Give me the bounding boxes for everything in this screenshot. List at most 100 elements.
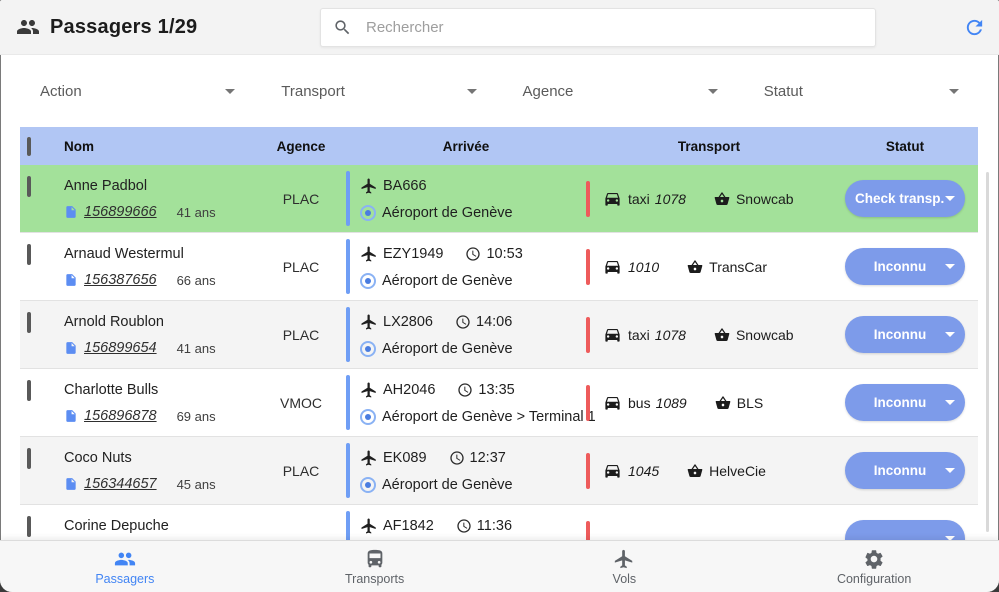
car-icon bbox=[603, 189, 622, 208]
status-button[interactable]: Inconnu bbox=[845, 248, 965, 285]
row-checkbox[interactable] bbox=[27, 312, 31, 333]
arrival-location: Aéroport de Genève bbox=[382, 341, 513, 357]
nav-item-passagers[interactable]: Passagers bbox=[0, 541, 250, 592]
nav-label: Configuration bbox=[837, 572, 911, 586]
chevron-down-icon bbox=[945, 468, 955, 473]
arrival-location: Aéroport de Genève bbox=[382, 273, 513, 289]
filter-statut[interactable]: Statut bbox=[764, 83, 959, 100]
location-icon bbox=[360, 477, 376, 493]
vehicle-number: 1078 bbox=[655, 327, 686, 343]
page-title: Passagers 1/29 bbox=[50, 16, 197, 39]
nav-item-transports[interactable]: Transports bbox=[250, 541, 500, 592]
document-icon bbox=[64, 340, 78, 356]
table-row[interactable]: Arnaud Westermul 156387656 66 ans PLAC E… bbox=[20, 233, 978, 301]
chevron-down-icon bbox=[945, 400, 955, 405]
basket-icon bbox=[687, 463, 703, 479]
table-row[interactable]: Coco Nuts 156344657 45 ans PLAC EK089 12… bbox=[20, 437, 978, 505]
vehicle-type-label: taxi bbox=[628, 191, 650, 207]
table-row[interactable]: Anne Padbol 156899666 41 ans PLAC BA666 … bbox=[20, 165, 978, 233]
status-label: Check transp... bbox=[855, 191, 945, 206]
basket-icon bbox=[687, 259, 703, 275]
scrollbar[interactable] bbox=[986, 172, 989, 532]
app-window: Passagers 1/29 Action Transport Agence S… bbox=[0, 0, 999, 592]
row-checkbox[interactable] bbox=[27, 380, 31, 401]
transport-company: TransCar bbox=[709, 259, 767, 275]
phone-link[interactable]: 156896878 bbox=[84, 408, 157, 424]
vehicle-number: 1010 bbox=[628, 259, 659, 275]
car-icon bbox=[603, 461, 622, 480]
refresh-button[interactable] bbox=[962, 16, 986, 40]
phone-link[interactable]: 156899654 bbox=[84, 340, 157, 356]
chevron-down-icon bbox=[225, 89, 235, 94]
search-icon bbox=[333, 18, 352, 37]
phone-link[interactable]: 156387656 bbox=[84, 272, 157, 288]
column-header-agence: Agence bbox=[256, 139, 346, 154]
arrival-location: Aéroport de Genève > Terminal 1 bbox=[382, 409, 596, 425]
flight-number: BA666 bbox=[383, 176, 427, 196]
row-checkbox[interactable] bbox=[27, 244, 31, 265]
passenger-name: Coco Nuts bbox=[64, 448, 256, 468]
passenger-age: 41 ans bbox=[177, 205, 216, 220]
passenger-age: 41 ans bbox=[177, 341, 216, 356]
passenger-table: Nom Agence Arrivée Transport Statut Anne… bbox=[20, 127, 978, 540]
arrival-time: 10:53 bbox=[486, 244, 522, 264]
row-checkbox[interactable] bbox=[27, 176, 31, 197]
gear-icon bbox=[863, 548, 885, 570]
phone-link[interactable]: 156344657 bbox=[84, 476, 157, 492]
nav-item-vols[interactable]: Vols bbox=[500, 541, 750, 592]
status-button[interactable] bbox=[845, 520, 965, 540]
status-button[interactable]: Inconnu bbox=[845, 452, 965, 489]
nav-item-configuration[interactable]: Configuration bbox=[749, 541, 999, 592]
basket-icon bbox=[715, 395, 731, 411]
status-button[interactable]: Inconnu bbox=[845, 384, 965, 421]
agency-code: VMOC bbox=[256, 395, 346, 411]
arrival-indicator-bar bbox=[346, 375, 350, 430]
table-row[interactable]: Arnold Roublon 156899654 41 ans PLAC LX2… bbox=[20, 301, 978, 369]
select-all-checkbox[interactable] bbox=[27, 137, 31, 156]
status-button[interactable]: Inconnu bbox=[845, 316, 965, 353]
filter-transport[interactable]: Transport bbox=[281, 83, 476, 100]
row-checkbox[interactable] bbox=[27, 448, 31, 469]
flight-number: LX2806 bbox=[383, 312, 433, 332]
passenger-name: Corine Depuche bbox=[64, 516, 256, 536]
transport-company: Snowcab bbox=[736, 327, 794, 343]
vehicle-number: 1089 bbox=[656, 395, 687, 411]
chevron-down-icon bbox=[708, 89, 718, 94]
arrival-indicator-bar bbox=[346, 171, 350, 226]
location-icon bbox=[360, 205, 376, 221]
status-label: Inconnu bbox=[855, 463, 945, 478]
table-header: Nom Agence Arrivée Transport Statut bbox=[20, 127, 978, 165]
phone-link[interactable]: 156899666 bbox=[84, 204, 157, 220]
flight-number: AF1842 bbox=[383, 516, 434, 536]
arrival-time: 13:35 bbox=[478, 380, 514, 400]
status-button[interactable]: Check transp... bbox=[845, 180, 965, 217]
arrival-indicator-bar bbox=[346, 307, 350, 362]
nav-label: Vols bbox=[613, 572, 637, 586]
chevron-down-icon bbox=[949, 89, 959, 94]
search-input[interactable] bbox=[366, 19, 863, 36]
transport-indicator-bar bbox=[586, 249, 590, 285]
passenger-age: 45 ans bbox=[177, 477, 216, 492]
clock-icon bbox=[449, 450, 465, 466]
filter-agence[interactable]: Agence bbox=[523, 83, 718, 100]
filter-statut-label: Statut bbox=[764, 83, 803, 100]
column-header-nom: Nom bbox=[56, 139, 256, 154]
filter-transport-label: Transport bbox=[281, 83, 345, 100]
table-row[interactable]: Corine Depuche AF1842 11:36 bbox=[20, 505, 978, 540]
location-icon bbox=[360, 273, 376, 289]
transport-company: BLS bbox=[737, 395, 763, 411]
arrival-time: 14:06 bbox=[476, 312, 512, 332]
location-icon bbox=[360, 341, 376, 357]
search-box[interactable] bbox=[320, 8, 876, 47]
row-checkbox[interactable] bbox=[27, 516, 31, 537]
people-icon bbox=[114, 548, 136, 570]
agency-code: PLAC bbox=[256, 327, 346, 343]
table-row[interactable]: Charlotte Bulls 156896878 69 ans VMOC AH… bbox=[20, 369, 978, 437]
filter-action[interactable]: Action bbox=[40, 83, 235, 100]
agency-code: PLAC bbox=[256, 191, 346, 207]
location-icon bbox=[360, 409, 376, 425]
document-icon bbox=[64, 272, 78, 288]
plane-icon bbox=[360, 381, 378, 399]
plane-icon bbox=[360, 313, 378, 331]
bus-icon bbox=[364, 548, 386, 570]
